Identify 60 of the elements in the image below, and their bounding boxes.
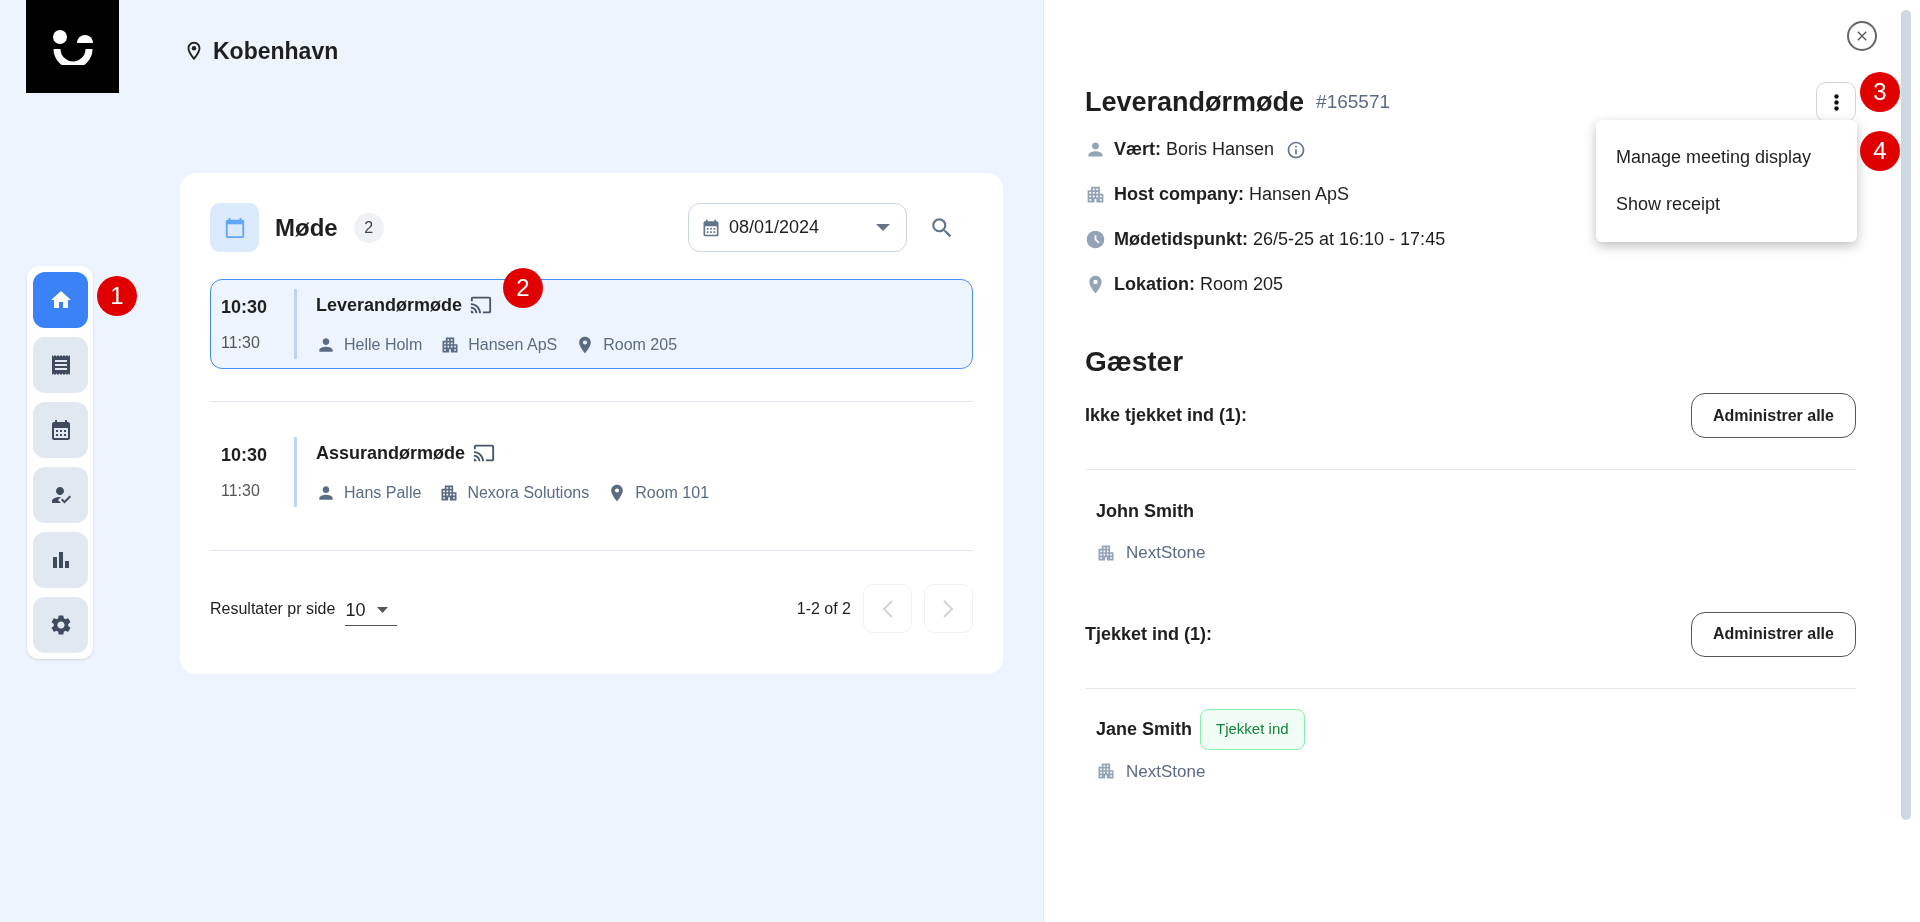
nav-button[interactable] bbox=[33, 597, 88, 653]
chevron-right-icon bbox=[943, 599, 954, 618]
date-field[interactable]: 08/01/2024 bbox=[688, 203, 907, 252]
detail-field: Vært: Boris Hansen bbox=[1114, 136, 1275, 163]
info-icon[interactable] bbox=[1286, 139, 1307, 160]
building-icon bbox=[1096, 761, 1116, 782]
card-title: Møde bbox=[275, 212, 338, 243]
end-time: 11:30 bbox=[221, 480, 261, 501]
clock-icon bbox=[1085, 229, 1106, 250]
room-name: Room 101 bbox=[635, 482, 710, 503]
end-time: 11:30 bbox=[221, 332, 261, 353]
date-value: 08/01/2024 bbox=[729, 216, 820, 239]
room-name: Room 205 bbox=[603, 334, 678, 355]
cast-icon bbox=[473, 442, 496, 464]
count-badge: 2 bbox=[353, 212, 384, 243]
location-name: Kobenhavn bbox=[213, 37, 339, 66]
manage-all-button[interactable]: Administrer alle bbox=[1691, 611, 1856, 657]
calendar-icon bbox=[223, 216, 246, 239]
start-time: 10:30 bbox=[221, 295, 269, 319]
logo[interactable] bbox=[26, 0, 119, 93]
meeting-id: #165571 bbox=[1316, 89, 1391, 114]
nav-button[interactable] bbox=[33, 402, 88, 458]
caret-icon bbox=[377, 607, 389, 613]
meeting-title: Assurandørmøde bbox=[316, 441, 466, 465]
detail-field: Host company: Hansen ApS bbox=[1114, 181, 1350, 208]
nav-button[interactable] bbox=[33, 467, 88, 523]
per-page-label: Resultater pr side bbox=[210, 598, 336, 619]
per-page-select[interactable]: 10 bbox=[345, 591, 398, 626]
manage-all-button[interactable]: Administrer alle bbox=[1691, 393, 1856, 438]
page-range: 1-2 of 2 bbox=[796, 598, 851, 619]
host-name: Hans Palle bbox=[344, 482, 422, 503]
logo-icon bbox=[50, 28, 95, 65]
meeting-title: Leverandørmøde bbox=[1085, 85, 1305, 119]
guest-company: NextStone bbox=[1126, 542, 1206, 564]
status-badge: Tjekket ind bbox=[1200, 709, 1305, 750]
section-heading: Gæster bbox=[1085, 345, 1185, 379]
company-name: Nexora Solutions bbox=[467, 482, 590, 503]
close-button[interactable] bbox=[1847, 21, 1877, 51]
start-time: 10:30 bbox=[221, 443, 269, 467]
guest-name: Jane Smith bbox=[1096, 718, 1193, 741]
cast-icon bbox=[470, 294, 493, 316]
detail-field: Mødetidspunkt: 26/5-25 at 16:10 - 17:45 bbox=[1114, 226, 1446, 253]
menu-item[interactable]: Manage meeting display bbox=[1596, 134, 1857, 181]
chevron-left-icon bbox=[882, 599, 893, 618]
caret-icon bbox=[876, 224, 890, 231]
menu-item[interactable]: Show receipt bbox=[1596, 181, 1857, 228]
nav-button[interactable] bbox=[33, 337, 88, 393]
group-heading: Ikke tjekket ind (1): bbox=[1085, 404, 1248, 427]
callout-marker: 1 bbox=[97, 276, 137, 316]
host-name: Helle Holm bbox=[344, 334, 423, 355]
company-name: Hansen ApS bbox=[468, 334, 558, 355]
more-icon bbox=[1833, 93, 1839, 111]
calendar-icon bbox=[701, 217, 721, 238]
detail-field: Lokation: Room 205 bbox=[1114, 271, 1284, 298]
guest-name: John Smith bbox=[1096, 499, 1194, 523]
nav-button[interactable] bbox=[33, 532, 88, 588]
meeting-title: Leverandørmøde bbox=[316, 293, 463, 317]
building-icon bbox=[1085, 184, 1106, 205]
guest-company: NextStone bbox=[1126, 760, 1206, 783]
group-heading: Tjekket ind (1): bbox=[1085, 622, 1213, 646]
